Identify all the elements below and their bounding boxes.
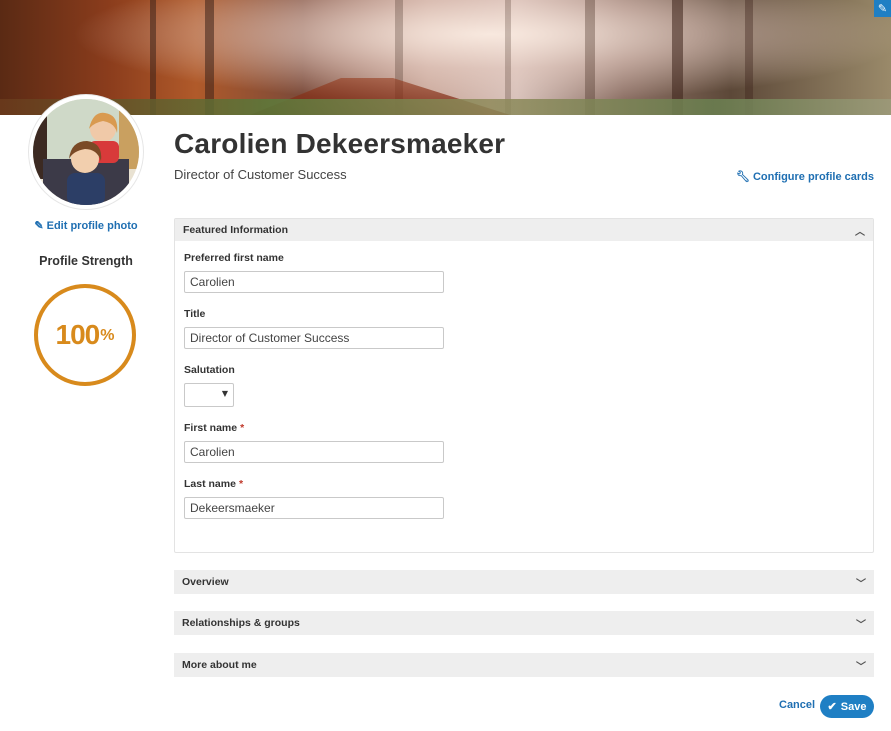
chevron-up-icon: ︿: [855, 226, 865, 238]
salutation-select[interactable]: ▼: [184, 383, 234, 407]
profile-strength-number: 100: [55, 319, 101, 350]
relationships-groups-title: Relationships & groups: [182, 617, 300, 629]
required-mark: *: [238, 478, 244, 490]
checkmark-icon: ✔: [827, 701, 837, 713]
more-about-me-header[interactable]: More about me ﹀: [174, 653, 874, 677]
first-name-input[interactable]: [184, 441, 444, 463]
salutation-label: Salutation: [184, 364, 235, 376]
wrench-icon: 🔧︎: [735, 171, 750, 183]
overview-title: Overview: [182, 576, 229, 588]
pencil-icon: ✎: [34, 220, 44, 232]
overview-header[interactable]: Overview ﹀: [174, 570, 874, 594]
profile-strength-value: 100%: [32, 282, 138, 388]
title-label: Title: [184, 308, 206, 320]
cover-banner: ✎: [0, 0, 891, 115]
featured-information-panel: Featured Information ︿ Preferred first n…: [174, 218, 874, 553]
cancel-button[interactable]: Cancel: [779, 699, 815, 711]
overview-section[interactable]: Overview ﹀: [174, 570, 874, 594]
preferred-first-name-label: Preferred first name: [184, 252, 284, 264]
configure-profile-cards-label: Configure profile cards: [752, 171, 874, 183]
profile-name: Carolien Dekeersmaeker: [174, 128, 506, 159]
relationships-groups-section[interactable]: Relationships & groups ﹀: [174, 611, 874, 635]
chevron-down-icon: ﹀: [856, 661, 866, 673]
save-button[interactable]: ✔ Save: [820, 695, 874, 718]
title-input[interactable]: [184, 327, 444, 349]
first-name-label: First name *: [184, 422, 244, 434]
relationships-groups-header[interactable]: Relationships & groups ﹀: [174, 611, 874, 635]
required-mark: *: [240, 422, 245, 434]
first-name-label-text: First name: [184, 422, 238, 434]
featured-information-header[interactable]: Featured Information ︿: [175, 219, 873, 241]
pencil-icon: ✎: [877, 2, 888, 15]
last-name-input[interactable]: [184, 497, 444, 519]
caret-down-icon: ▼: [221, 389, 228, 398]
featured-information-title: Featured Information: [183, 224, 289, 236]
avatar: [29, 95, 143, 209]
edit-profile-photo-link[interactable]: ✎ Edit profile photo: [0, 219, 172, 232]
avatar-photo: [33, 99, 139, 205]
last-name-label: Last name *: [184, 478, 243, 490]
profile-strength-label: Profile Strength: [39, 254, 133, 268]
save-label: Save: [840, 700, 867, 713]
more-about-me-title: More about me: [182, 659, 257, 671]
chevron-down-icon: ﹀: [856, 578, 866, 590]
profile-strength-percent: %: [100, 327, 115, 344]
chevron-down-icon: ﹀: [856, 619, 866, 631]
last-name-label-text: Last name: [184, 478, 236, 490]
edit-profile-photo-label: Edit profile photo: [46, 220, 138, 232]
profile-job-title: Director of Customer Success: [174, 167, 347, 182]
configure-profile-cards-link[interactable]: 🔧︎ Configure profile cards: [736, 170, 874, 183]
preferred-first-name-input[interactable]: [184, 271, 444, 293]
edit-banner-button[interactable]: ✎: [874, 0, 891, 17]
more-about-me-section[interactable]: More about me ﹀: [174, 653, 874, 677]
